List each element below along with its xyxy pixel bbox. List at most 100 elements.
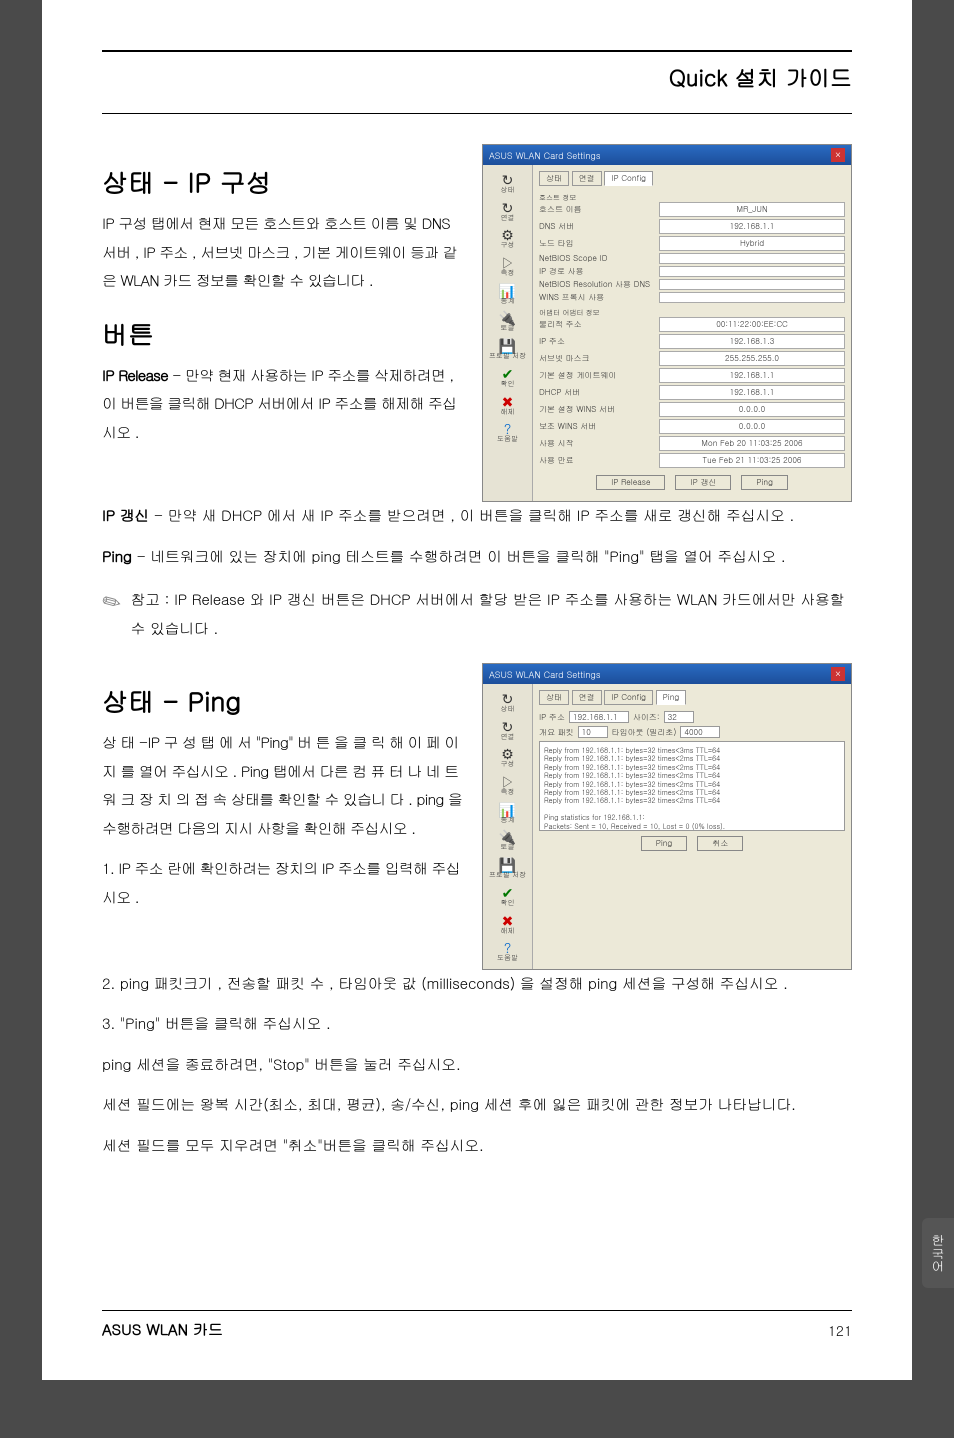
tab-row: 상태 연결 IP Config — [539, 171, 845, 186]
dns-label: DNS 서버 — [539, 221, 659, 232]
nav-config[interactable]: ⚙구성 — [485, 224, 530, 252]
ping-session: 세션 필드에는 왕복 시간(최소, 최대, 평균), 송/수신, ping 세션… — [102, 1091, 852, 1120]
lease-label: 사용 시작 — [539, 438, 659, 449]
ping-text: - 네트워크에 있는 장치에 ping 테스트를 수행하려면 이 버튼을 클릭해… — [132, 546, 786, 567]
ping-screenshot: ASUS WLAN Card Settings × ↻상태 ↻연결 ⚙구성 ▷측… — [482, 663, 852, 970]
netdns-value — [659, 279, 845, 290]
altwins-label: 보조 WINS 서버 — [539, 421, 659, 432]
section-ping-heading: 상태 - Ping — [102, 683, 464, 719]
language-tab: 한국어 — [922, 1218, 954, 1288]
nav2-profile[interactable]: 💾프로필 저장 — [485, 854, 530, 882]
node-label: 노드 타입 — [539, 238, 659, 249]
nav-cancel[interactable]: ✖해제 — [485, 391, 530, 419]
ping-size-label: 사이즈: — [633, 712, 660, 723]
defwins-label: 기본 설정 WINS 서버 — [539, 404, 659, 415]
ip-label: IP 주소 — [539, 336, 659, 347]
hostname-label: 호스트 이름 — [539, 204, 659, 215]
iprouting-value — [659, 266, 845, 277]
wins-label: WINS 프록시 사용 — [539, 292, 659, 303]
ping-timeout-label: 타임아웃 (밀리초) — [612, 727, 677, 738]
ip-renew-label: IP 갱신 — [102, 505, 149, 526]
ip-release-label: IP Release — [102, 365, 168, 386]
ping-output: Reply from 192.168.1.1: bytes=32 times<3… — [539, 741, 845, 831]
nav-toggle[interactable]: 🔌토글 — [485, 307, 530, 335]
subnet-label: 서브넷 마스크 — [539, 353, 659, 364]
footer-product: ASUS WLAN 카드 — [102, 1319, 223, 1340]
nav-survey[interactable]: ▷측정 — [485, 252, 530, 280]
window-title: ASUS WLAN Card Settings — [489, 149, 601, 162]
adapter-group: 어댑터 어댑터 정보 — [539, 307, 845, 317]
subnet-value: 255.255.255.0 — [659, 351, 845, 366]
ping-step3: 3. "Ping" 버튼을 클릭해 주십시오 . — [102, 1010, 852, 1039]
page-header: Quick 설치 가이드 — [102, 62, 852, 93]
tab2-ipconfig[interactable]: IP Config — [604, 690, 653, 705]
lease-value: Mon Feb 20 11:03:25 2006 — [659, 436, 845, 451]
ping-clear: 세션 필드를 모두 지우려면 "취소"버튼을 클릭해 주십시오. — [102, 1132, 852, 1161]
ping-go-button[interactable]: Ping — [641, 836, 688, 851]
nav2-cancel[interactable]: ✖해제 — [485, 910, 530, 938]
nav2-connect[interactable]: ↻연결 — [485, 716, 530, 744]
ping-intro-text: 상 태 -IP 구 성 탭 에 서 "Ping" 버 튼 을 클 릭 해 이 페… — [102, 729, 464, 843]
ip-value: 192.168.1.3 — [659, 334, 845, 349]
tab-status[interactable]: 상태 — [539, 171, 569, 186]
ping-stop: ping 세션을 종료하려면, "Stop" 버튼을 눌러 주십시오. — [102, 1051, 852, 1080]
altwins-value: 0.0.0.0 — [659, 419, 845, 434]
node-value: Hybrid — [659, 236, 845, 251]
tab2-status[interactable]: 상태 — [539, 690, 569, 705]
ipconfig-screenshot: ASUS WLAN Card Settings × ↻상태 ↻연결 ⚙구성 ▷측… — [482, 144, 852, 502]
nav2-ok[interactable]: ✔확인 — [485, 882, 530, 910]
nav-ok[interactable]: ✔확인 — [485, 363, 530, 391]
wins-value — [659, 292, 845, 303]
ping-ip-input[interactable]: 192.168.1.1 — [569, 711, 629, 723]
ping-count-input[interactable]: 10 — [578, 726, 608, 738]
nav-status[interactable]: ↻상태 — [485, 169, 530, 197]
expire-label: 사용 만료 — [539, 455, 659, 466]
nav2-toggle[interactable]: 🔌토글 — [485, 826, 530, 854]
ping-timeout-input[interactable]: 4000 — [680, 726, 720, 738]
expire-value: Tue Feb 21 11:03:25 2006 — [659, 453, 845, 468]
dhcp-label: DHCP 서버 — [539, 387, 659, 398]
ip-renew-text: - 만약 새 DHCP 에서 새 IP 주소를 받으려면 , 이 버튼을 클릭해… — [149, 505, 794, 526]
nav2-help[interactable]: ?도움말 — [485, 937, 530, 965]
nav2-survey[interactable]: ▷측정 — [485, 771, 530, 799]
netdns-label: NetBIOS Resolution 사용 DNS — [539, 279, 659, 290]
nav-connect[interactable]: ↻연결 — [485, 197, 530, 225]
ping-count-label: 개요 패킷 — [539, 727, 574, 738]
gateway-label: 기본 설정 게이트웨이 — [539, 370, 659, 381]
mac-label: 물리적 주소 — [539, 319, 659, 330]
nav2-status[interactable]: ↻상태 — [485, 688, 530, 716]
ip-intro-text: IP 구성 탭에서 현재 모든 호스트와 호스트 이름 및 DNS 서버 , I… — [102, 210, 464, 296]
defwins-value: 0.0.0.0 — [659, 402, 845, 417]
ping-step2: 2. ping 패킷크기 , 전송할 패킷 수 , 타임아웃 값 (millis… — [102, 970, 852, 999]
close-icon-2[interactable]: × — [831, 667, 845, 681]
ping-ip-label: IP 주소 — [539, 712, 565, 723]
nav2-config[interactable]: ⚙구성 — [485, 743, 530, 771]
nav-profile[interactable]: 💾프로필 저장 — [485, 335, 530, 363]
tab2-ping[interactable]: Ping — [656, 690, 687, 705]
netbios-label: NetBIOS Scope ID — [539, 253, 659, 264]
iprouting-label: IP 경로 사용 — [539, 266, 659, 277]
ping-size-input[interactable]: 32 — [664, 711, 694, 723]
dns-value: 192.168.1.1 — [659, 219, 845, 234]
host-group: 호스트 정보 — [539, 192, 845, 202]
ip-renew-button[interactable]: IP 갱신 — [675, 475, 731, 490]
tab2-connect[interactable]: 연결 — [572, 690, 602, 705]
tab-ipconfig[interactable]: IP Config — [604, 171, 653, 186]
ping-cancel-button[interactable]: 취소 — [697, 836, 743, 851]
footer-page-number: 121 — [828, 1320, 852, 1340]
note-text: 참고 : IP Release 와 IP 갱신 버튼은 DHCP 서버에서 할당… — [130, 586, 852, 643]
ping-label: Ping — [102, 546, 132, 567]
buttons-heading: 버튼 — [102, 316, 464, 352]
close-icon[interactable]: × — [831, 148, 845, 162]
section-ip-heading: 상태 - IP 구성 — [102, 164, 464, 200]
tab-connect[interactable]: 연결 — [572, 171, 602, 186]
ping-button[interactable]: Ping — [741, 475, 788, 490]
ping-step1: 1. IP 주소 란에 확인하려는 장치의 IP 주소를 입력해 주십시오 . — [102, 855, 464, 912]
pencil-icon: ✎ — [95, 583, 126, 619]
ip-release-button[interactable]: IP Release — [596, 475, 665, 490]
nav-help[interactable]: ?도움말 — [485, 418, 530, 446]
netbios-value — [659, 253, 845, 264]
nav2-stats[interactable]: 📊통계 — [485, 799, 530, 827]
dhcp-value: 192.168.1.1 — [659, 385, 845, 400]
nav-stats[interactable]: 📊통계 — [485, 280, 530, 308]
